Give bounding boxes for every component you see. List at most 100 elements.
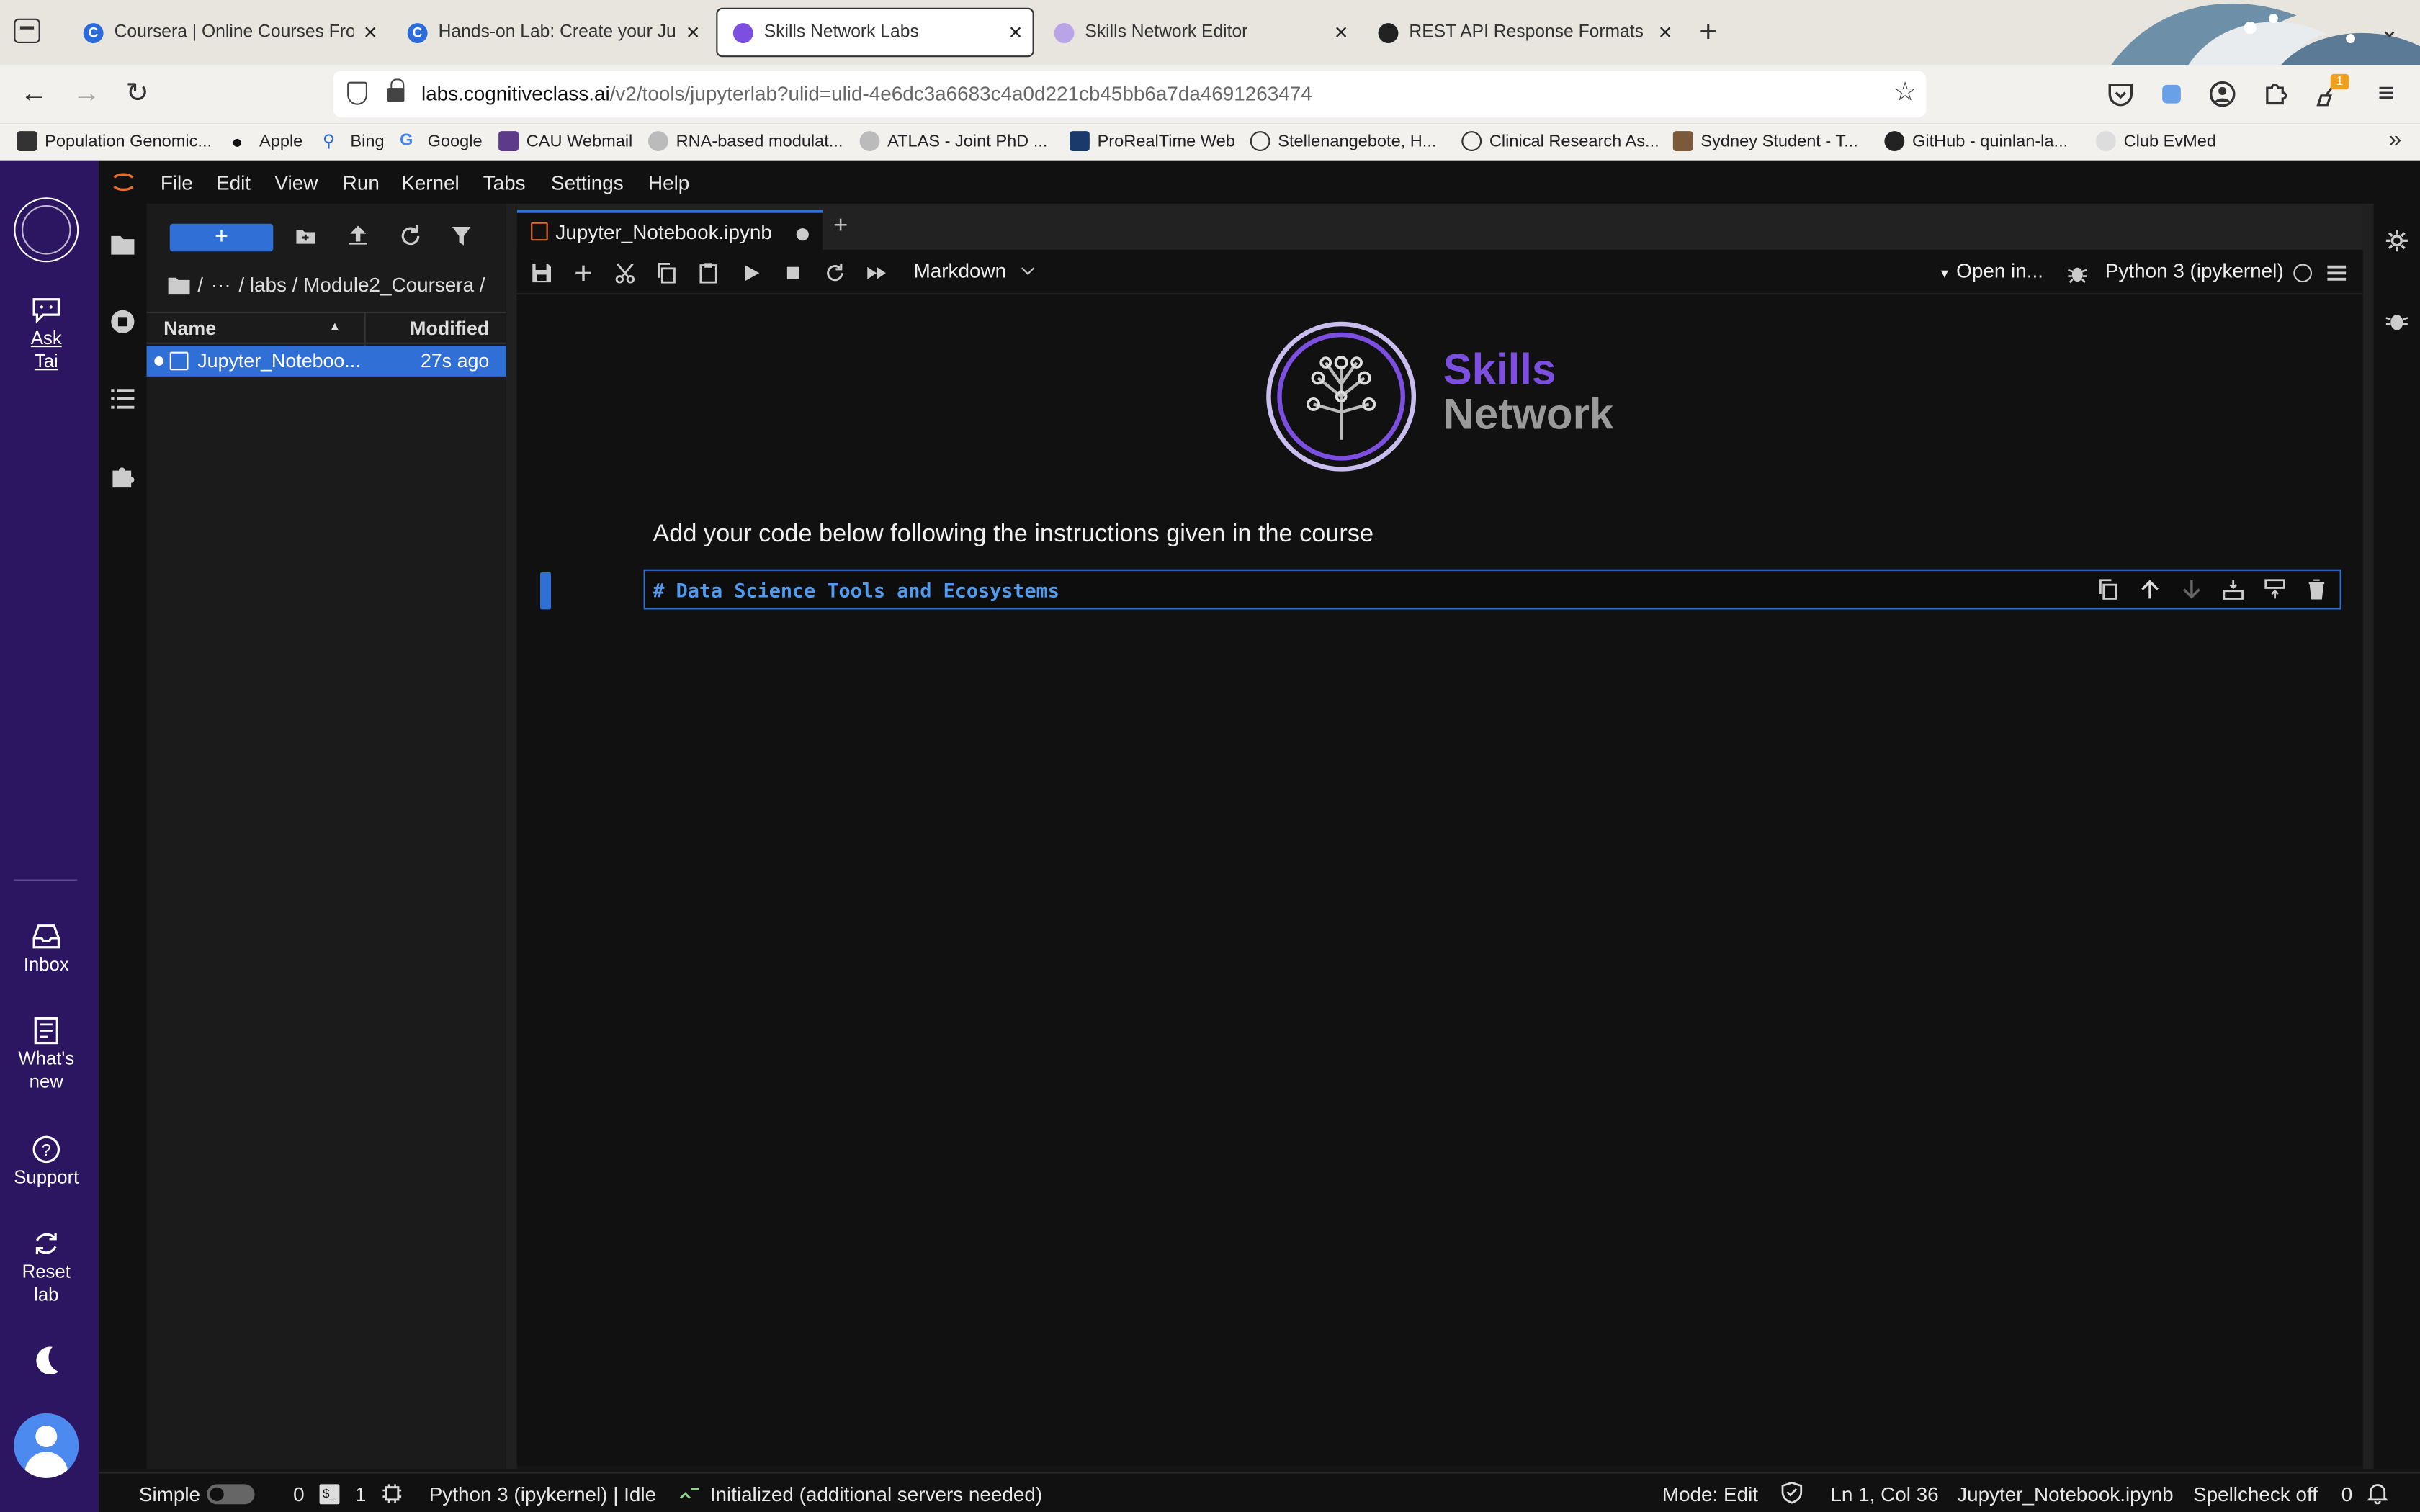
trust-shield-icon[interactable] [1781,1481,1803,1504]
chevron-down-icon[interactable]: ⌄ [2380,15,2399,43]
spellcheck-status[interactable]: Spellcheck off [2193,1482,2318,1506]
panel-splitter[interactable] [2362,203,2374,1469]
browser-tab-hands-on-lab[interactable]: C Hands-on Lab: Create your Jup × [392,8,709,58]
bookmarks-overflow-icon[interactable]: » [2388,127,2401,153]
skills-network-logo-icon[interactable] [14,197,79,263]
insert-cell-icon[interactable] [573,262,594,284]
stop-icon[interactable] [782,262,804,284]
bookmark-item[interactable]: ● Apple [231,131,302,153]
running-kernels-icon[interactable] [109,309,135,335]
refresh-icon[interactable] [400,225,421,247]
file-row[interactable]: Jupyter_Noteboo... 27s ago [146,346,506,377]
insert-below-icon[interactable] [2264,579,2286,600]
menu-help[interactable]: Help [648,171,689,194]
close-tab-icon[interactable]: × [998,19,1032,45]
move-down-icon[interactable] [2181,579,2202,600]
new-folder-icon[interactable] [295,225,316,247]
close-tab-icon[interactable]: × [354,19,387,45]
ask-tai-button[interactable]: Ask Tai [0,296,93,373]
add-tab-icon[interactable]: + [833,213,848,241]
tab-list-icon[interactable] [14,18,40,43]
bookmark-item[interactable]: Sydney Student - T... [1672,131,1858,151]
menu-edit[interactable]: Edit [216,171,251,194]
folder-icon[interactable] [168,276,190,294]
cell-type-dropdown[interactable]: Markdown [914,259,1007,282]
dark-mode-moon-icon[interactable] [31,1344,62,1377]
restart-icon[interactable] [824,262,846,284]
cell-editor[interactable]: # Data Science Tools and Ecosystems [643,569,2341,610]
bookmark-item[interactable]: ATLAS - Joint PhD ... [859,131,1047,151]
column-divider[interactable] [364,313,366,346]
column-modified-header[interactable]: Modified [410,318,489,339]
browser-tab-coursera[interactable]: C Coursera | Online Courses From × [68,8,387,58]
bookmark-item[interactable]: GitHub - quinlan-la... [1884,131,2068,151]
browser-tab-skills-network-editor[interactable]: Skills Network Editor × [1039,8,1358,58]
close-tab-icon[interactable]: × [1649,19,1682,45]
notification-count[interactable]: 0 [2341,1482,2353,1506]
address-bar[interactable]: labs.cognitiveclass.ai/v2/tools/jupyterl… [333,71,1927,117]
filter-icon[interactable] [451,225,472,247]
bookmark-item[interactable]: ⚲ Bing [323,131,385,151]
bookmark-item[interactable]: CAU Webmail [498,131,632,151]
hamburger-menu-icon[interactable]: ≡ [2369,77,2403,109]
close-tab-icon[interactable]: × [676,19,710,45]
delete-cell-icon[interactable] [2305,579,2327,600]
terminal-count[interactable]: 0 [293,1482,305,1506]
lsp-code-check-icon[interactable] [679,1482,701,1504]
menu-file[interactable]: File [161,171,193,194]
support-button[interactable]: ? Support [0,1135,93,1189]
bookmark-item[interactable]: G Google [400,131,483,151]
markdown-cell-text[interactable]: Add your code below following the instru… [653,521,1373,549]
browser-tab-rest-api[interactable]: REST API Response Formats × [1363,8,1682,58]
breadcrumb-path[interactable]: / labs / Module2_Coursera / [238,273,485,296]
whats-new-button[interactable]: What's new [0,1017,93,1094]
bookmark-item[interactable]: Population Genomic... [17,131,212,151]
bookmark-item[interactable]: RNA-based modulat... [648,131,843,151]
cell-source[interactable]: # Data Science Tools and Ecosystems [653,579,1059,602]
bookmark-item[interactable]: Clinical Research As... [1461,131,1659,151]
extensions-puzzle-icon[interactable] [2261,80,2289,108]
menu-view[interactable]: View [274,171,318,194]
kernel-chip-icon[interactable] [381,1482,403,1504]
open-in-button[interactable]: ▼ Open in... [1938,259,2043,282]
user-avatar[interactable] [14,1413,79,1478]
menu-kernel[interactable]: Kernel [401,171,460,194]
new-launcher-button[interactable]: + [169,223,274,252]
copy-icon[interactable] [656,262,678,284]
insert-above-icon[interactable] [2223,579,2244,600]
bookmark-item[interactable]: Club EvMed [2096,131,2216,151]
table-of-contents-icon[interactable] [109,386,135,412]
move-up-icon[interactable] [2139,579,2161,600]
reset-lab-button[interactable]: Reset lab [0,1230,93,1307]
breadcrumb-root[interactable]: / [197,273,203,296]
unsaved-dot-icon[interactable] [796,228,809,241]
forward-arrow-icon[interactable]: → [69,77,103,109]
folder-icon[interactable] [109,231,135,257]
panel-splitter[interactable] [506,203,517,1469]
close-tab-icon[interactable]: × [1325,19,1358,45]
pocket-icon[interactable] [2107,80,2135,108]
cut-icon[interactable] [614,262,636,284]
active-cell-indicator[interactable] [540,572,551,610]
debugger-bug-icon[interactable] [2066,262,2088,284]
account-icon[interactable] [2208,80,2236,108]
fast-forward-icon[interactable] [866,262,887,284]
upload-icon[interactable] [347,225,369,247]
menu-tabs[interactable]: Tabs [483,171,526,194]
save-icon[interactable] [531,262,552,284]
bookmark-star-icon[interactable]: ☆ [1894,77,1917,108]
run-icon[interactable] [741,262,763,284]
lsp-status[interactable]: Initialized (additional servers needed) [710,1482,1042,1506]
browser-tab-skills-network-labs[interactable]: Skills Network Labs × [716,7,1034,58]
simple-mode-toggle[interactable] [207,1484,255,1505]
tab-notebook[interactable]: Jupyter_Notebook.ipynb [516,210,823,251]
kernel-status[interactable]: Python 3 (ipykernel) | Idle [429,1482,656,1506]
bookmark-item[interactable]: ProRealTime Web [1070,131,1235,151]
sort-ascending-icon[interactable]: ▲ [328,320,341,333]
property-inspector-gear-icon[interactable] [2385,228,2409,253]
column-name-header[interactable]: Name [163,318,216,339]
terminal-icon[interactable]: $_ [319,1484,340,1505]
url-text[interactable]: labs.cognitiveclass.ai/v2/tools/jupyterl… [421,82,1312,105]
shield-icon[interactable] [347,81,367,105]
debugger-bug-icon[interactable] [2385,309,2409,333]
